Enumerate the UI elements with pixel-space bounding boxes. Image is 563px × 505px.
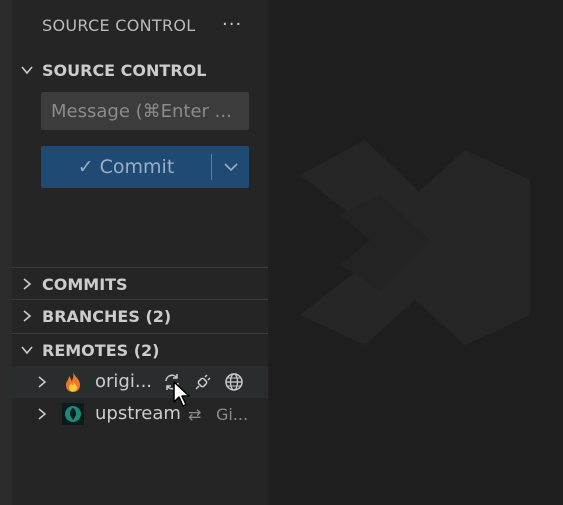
mouse-pointer-icon — [173, 381, 190, 407]
chevron-down-icon — [12, 62, 42, 78]
chevron-down-icon — [12, 342, 42, 358]
activity-bar — [0, 0, 12, 505]
remote-provider-label: Gi... — [216, 405, 249, 424]
commit-button-group: ✓ Commit — [41, 146, 249, 188]
remote-item-origin[interactable]: origi... — [12, 366, 268, 398]
commits-section-header[interactable]: COMMITS — [12, 267, 268, 300]
commits-section-title: COMMITS — [42, 274, 128, 294]
editor-area — [270, 0, 563, 505]
branches-section-header[interactable]: BRANCHES (2) — [12, 299, 268, 332]
chevron-right-icon — [36, 366, 48, 398]
gitea-icon — [62, 403, 84, 425]
commit-button-label: Commit — [99, 156, 175, 178]
branches-section-title: BRANCHES (2) — [42, 306, 172, 326]
check-icon: ✓ — [77, 156, 94, 178]
fire-icon — [66, 372, 80, 392]
remote-name-label: upstream — [95, 403, 181, 424]
commit-message-input[interactable] — [41, 92, 249, 130]
remote-item-upstream[interactable]: upstream ⇄ Gi... — [12, 398, 268, 430]
more-actions-icon[interactable]: ··· — [222, 14, 242, 35]
commit-dropdown-button[interactable] — [212, 162, 249, 172]
plug-icon[interactable] — [193, 372, 213, 392]
viewlet-title: SOURCE CONTROL — [42, 16, 196, 35]
chevron-right-icon — [12, 276, 42, 292]
commit-button[interactable]: ✓ Commit — [41, 156, 211, 178]
remotes-section-title: REMOTES (2) — [42, 340, 160, 360]
globe-icon[interactable] — [224, 372, 244, 392]
scm-section-title: SOURCE CONTROL — [42, 60, 207, 80]
viewlet-title-bar: SOURCE CONTROL ··· — [12, 0, 268, 52]
vscode-watermark-icon — [300, 140, 530, 345]
remote-name-label: origi... — [95, 371, 153, 392]
chevron-right-icon — [12, 308, 42, 324]
remotes-section-header[interactable]: REMOTES (2) — [12, 333, 268, 366]
chevron-right-icon — [36, 398, 48, 430]
chevron-down-icon — [223, 163, 238, 172]
scm-section-header[interactable]: SOURCE CONTROL — [12, 54, 268, 86]
